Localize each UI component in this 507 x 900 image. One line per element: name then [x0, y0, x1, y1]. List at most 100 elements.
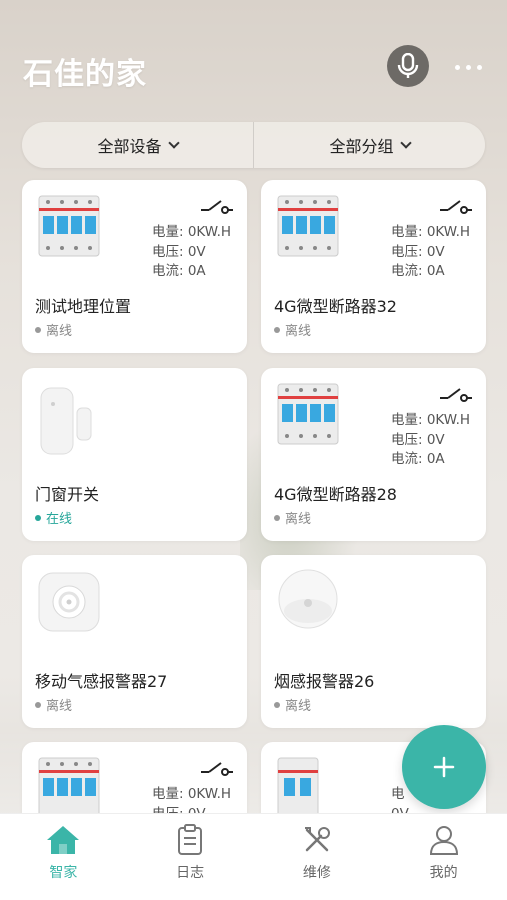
device-name: 门窗开关	[35, 485, 100, 504]
chevron-down-icon	[399, 136, 412, 149]
device-card[interactable]: 门窗开关 在线	[22, 368, 247, 541]
tab-label: 日志	[176, 865, 205, 881]
voltage-row: 电压: 0V	[391, 431, 470, 451]
status-dot	[35, 514, 41, 521]
voltage-label: 电压:	[391, 431, 427, 448]
energy-row: 电量: 0KW.H	[391, 223, 470, 243]
tab-log[interactable]: 日志	[127, 814, 254, 900]
tab-home[interactable]: 智家	[0, 814, 127, 900]
more-menu-button[interactable]	[448, 52, 488, 82]
current-row: 电流: 0A	[391, 262, 470, 282]
tab-me[interactable]: 我的	[380, 814, 507, 900]
status-badge: 离线	[274, 320, 311, 339]
door-sensor-image	[40, 387, 92, 455]
current-label: 电流:	[152, 263, 188, 279]
add-device-button[interactable]	[402, 725, 486, 809]
chevron-down-icon	[167, 136, 180, 149]
status-badge: 离线	[35, 320, 72, 339]
status-badge: 离线	[274, 508, 311, 527]
status-label: 离线	[46, 324, 73, 339]
breaker-metrics: 电量: 0KW.H 电压: 0V 电流: 0A	[391, 411, 470, 470]
home-icon	[47, 826, 80, 854]
page-title: 石佳的家	[23, 57, 147, 92]
voltage-value: 0V	[187, 243, 206, 260]
breaker-image	[277, 195, 339, 257]
current-value: 0A	[426, 451, 445, 467]
energy-value: 0KW.H	[187, 786, 232, 802]
microphone-icon	[397, 53, 419, 78]
device-name: 4G微型断路器32	[274, 297, 397, 316]
tools-icon	[304, 827, 330, 852]
status-dot	[35, 326, 41, 333]
current-label: 电流:	[391, 451, 427, 467]
energy-label: 电量:	[391, 224, 427, 240]
status-badge: 离线	[274, 695, 311, 714]
energy-label: 电量:	[152, 786, 188, 802]
bottom-tab-bar: 智家 日志 维修 我的	[0, 813, 507, 900]
device-name: 测试地理位置	[35, 297, 132, 316]
device-card[interactable]: 移动气感报警器27 离线	[22, 555, 247, 728]
switch-icon[interactable]	[438, 384, 472, 404]
device-card[interactable]: 电量: 0KW.H 电压: 0V 电流: 0A 4G微型断路器28 离线	[261, 368, 486, 541]
tab-repair[interactable]: 维修	[254, 814, 381, 900]
tab-label: 智家	[49, 865, 78, 881]
energy-value: 0KW.H	[187, 224, 232, 240]
smoke-alarm-image	[278, 569, 338, 629]
status-label: 离线	[285, 512, 312, 527]
voltage-row: 电压: 0V	[152, 243, 231, 263]
status-label: 离线	[46, 699, 73, 714]
voice-button[interactable]	[387, 45, 429, 87]
header: 石佳的家	[0, 40, 507, 100]
energy-label: 电量:	[152, 224, 188, 240]
device-name: 移动气感报警器27	[35, 672, 168, 691]
switch-icon[interactable]	[438, 196, 472, 216]
status-badge: 在线	[35, 508, 72, 527]
device-card[interactable]: 电量: 0KW.H 电压: 0V 电流: 0A 4G微型断路器32 离线	[261, 180, 486, 353]
current-value: 0A	[187, 263, 206, 279]
status-label: 在线	[46, 512, 73, 527]
status-label: 离线	[285, 699, 312, 714]
energy-row: 电量: 0KW.H	[152, 223, 231, 243]
status-badge: 离线	[35, 695, 72, 714]
current-value: 0A	[426, 263, 445, 279]
group-filter-label: 全部分组	[329, 137, 394, 156]
energy-row: 电量: 0KW.H	[152, 785, 231, 805]
current-row: 电流: 0A	[391, 450, 470, 470]
status-dot	[274, 701, 280, 708]
device-name: 烟感报警器26	[274, 672, 375, 691]
energy-row: 电	[391, 785, 409, 805]
breaker-metrics: 电量: 0KW.H 电压: 0V 电流: 0A	[391, 223, 470, 282]
voltage-row: 电压: 0V	[391, 243, 470, 263]
voltage-value: 0V	[426, 243, 445, 260]
energy-value: 0KW.H	[426, 412, 471, 428]
device-card[interactable]: 电量: 0KW.H 电压: 0V 电流: 0A 测试地理位置 离线	[22, 180, 247, 353]
breaker-image	[277, 757, 319, 819]
breaker-image	[38, 757, 100, 819]
group-filter-dropdown[interactable]: 全部分组	[254, 122, 485, 168]
more-icon-dot	[465, 64, 471, 70]
device-filter-label: 全部设备	[97, 137, 162, 156]
energy-row: 电量: 0KW.H	[391, 411, 470, 431]
status-dot	[35, 701, 41, 708]
voltage-label: 电压:	[152, 243, 188, 260]
device-card[interactable]: 烟感报警器26 离线	[261, 555, 486, 728]
breaker-image	[277, 383, 339, 445]
status-dot	[274, 326, 280, 333]
energy-label: 电	[391, 786, 405, 802]
device-name: 4G微型断路器28	[274, 485, 397, 504]
tab-label: 维修	[302, 865, 331, 881]
plus-icon	[433, 756, 455, 778]
tab-label: 我的	[429, 865, 458, 881]
voltage-value: 0V	[426, 431, 445, 448]
switch-icon[interactable]	[199, 758, 233, 778]
gas-alarm-image	[38, 572, 100, 632]
device-filter-dropdown[interactable]: 全部设备	[22, 122, 253, 168]
switch-icon[interactable]	[199, 196, 233, 216]
more-icon-dot	[476, 64, 482, 70]
clipboard-icon	[178, 824, 203, 855]
breaker-image	[38, 195, 100, 257]
voltage-label: 电压:	[391, 243, 427, 260]
current-label: 电流:	[391, 263, 427, 279]
user-icon	[429, 826, 458, 855]
filter-bar: 全部设备 全部分组	[22, 122, 485, 168]
